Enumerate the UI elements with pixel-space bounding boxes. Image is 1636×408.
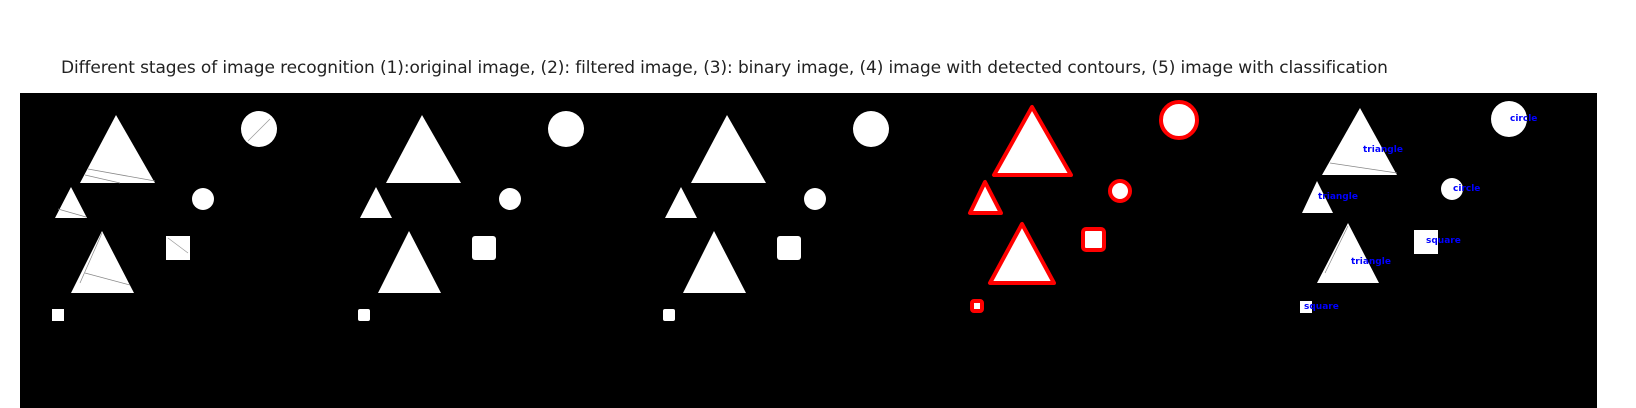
small-triangle-contour xyxy=(968,180,1003,215)
small-triangle xyxy=(55,187,87,218)
panel-original xyxy=(52,111,277,321)
small-circle xyxy=(192,188,214,210)
square xyxy=(472,236,496,260)
panel-filtered xyxy=(358,111,584,321)
label-big-triangle: triangle xyxy=(1363,145,1403,155)
tiny-square xyxy=(663,309,675,321)
square-contour xyxy=(1081,227,1106,252)
big-triangle xyxy=(80,115,155,183)
square xyxy=(777,236,801,260)
panel-binary xyxy=(663,111,889,321)
big-circle xyxy=(548,111,584,147)
figure-caption: Different stages of image recognition (1… xyxy=(61,58,1388,78)
label-square: square xyxy=(1426,236,1461,246)
big-circle xyxy=(241,111,277,147)
big-triangle xyxy=(1322,108,1397,175)
mid-triangle-contour xyxy=(988,222,1056,285)
label-small-circle: circle xyxy=(1453,184,1480,194)
mid-triangle xyxy=(1317,223,1379,283)
tiny-square-contour xyxy=(970,299,984,313)
big-triangle xyxy=(386,115,461,183)
big-circle xyxy=(853,111,889,147)
big-triangle xyxy=(691,115,766,183)
tiny-square xyxy=(358,309,370,321)
small-circle xyxy=(499,188,521,210)
mid-triangle xyxy=(378,231,441,293)
label-tiny-square: square xyxy=(1304,302,1339,312)
big-triangle-contour xyxy=(992,105,1073,177)
stages-canvas: triangle circle triangle circle square t… xyxy=(52,100,1537,321)
panel-classification: triangle circle triangle circle square t… xyxy=(1300,101,1537,313)
tiny-square xyxy=(52,309,64,321)
small-circle xyxy=(804,188,826,210)
image-recognition-stages-figure: triangle circle triangle circle square t… xyxy=(20,93,1597,408)
small-triangle xyxy=(665,187,697,218)
mid-triangle xyxy=(683,231,746,293)
label-big-circle: circle xyxy=(1510,114,1537,124)
small-circle-contour xyxy=(1108,179,1132,203)
big-circle-contour xyxy=(1159,100,1199,140)
label-mid-triangle: triangle xyxy=(1351,257,1391,267)
small-triangle xyxy=(360,187,392,218)
panel-contours xyxy=(968,100,1199,313)
label-small-triangle: triangle xyxy=(1318,192,1358,202)
